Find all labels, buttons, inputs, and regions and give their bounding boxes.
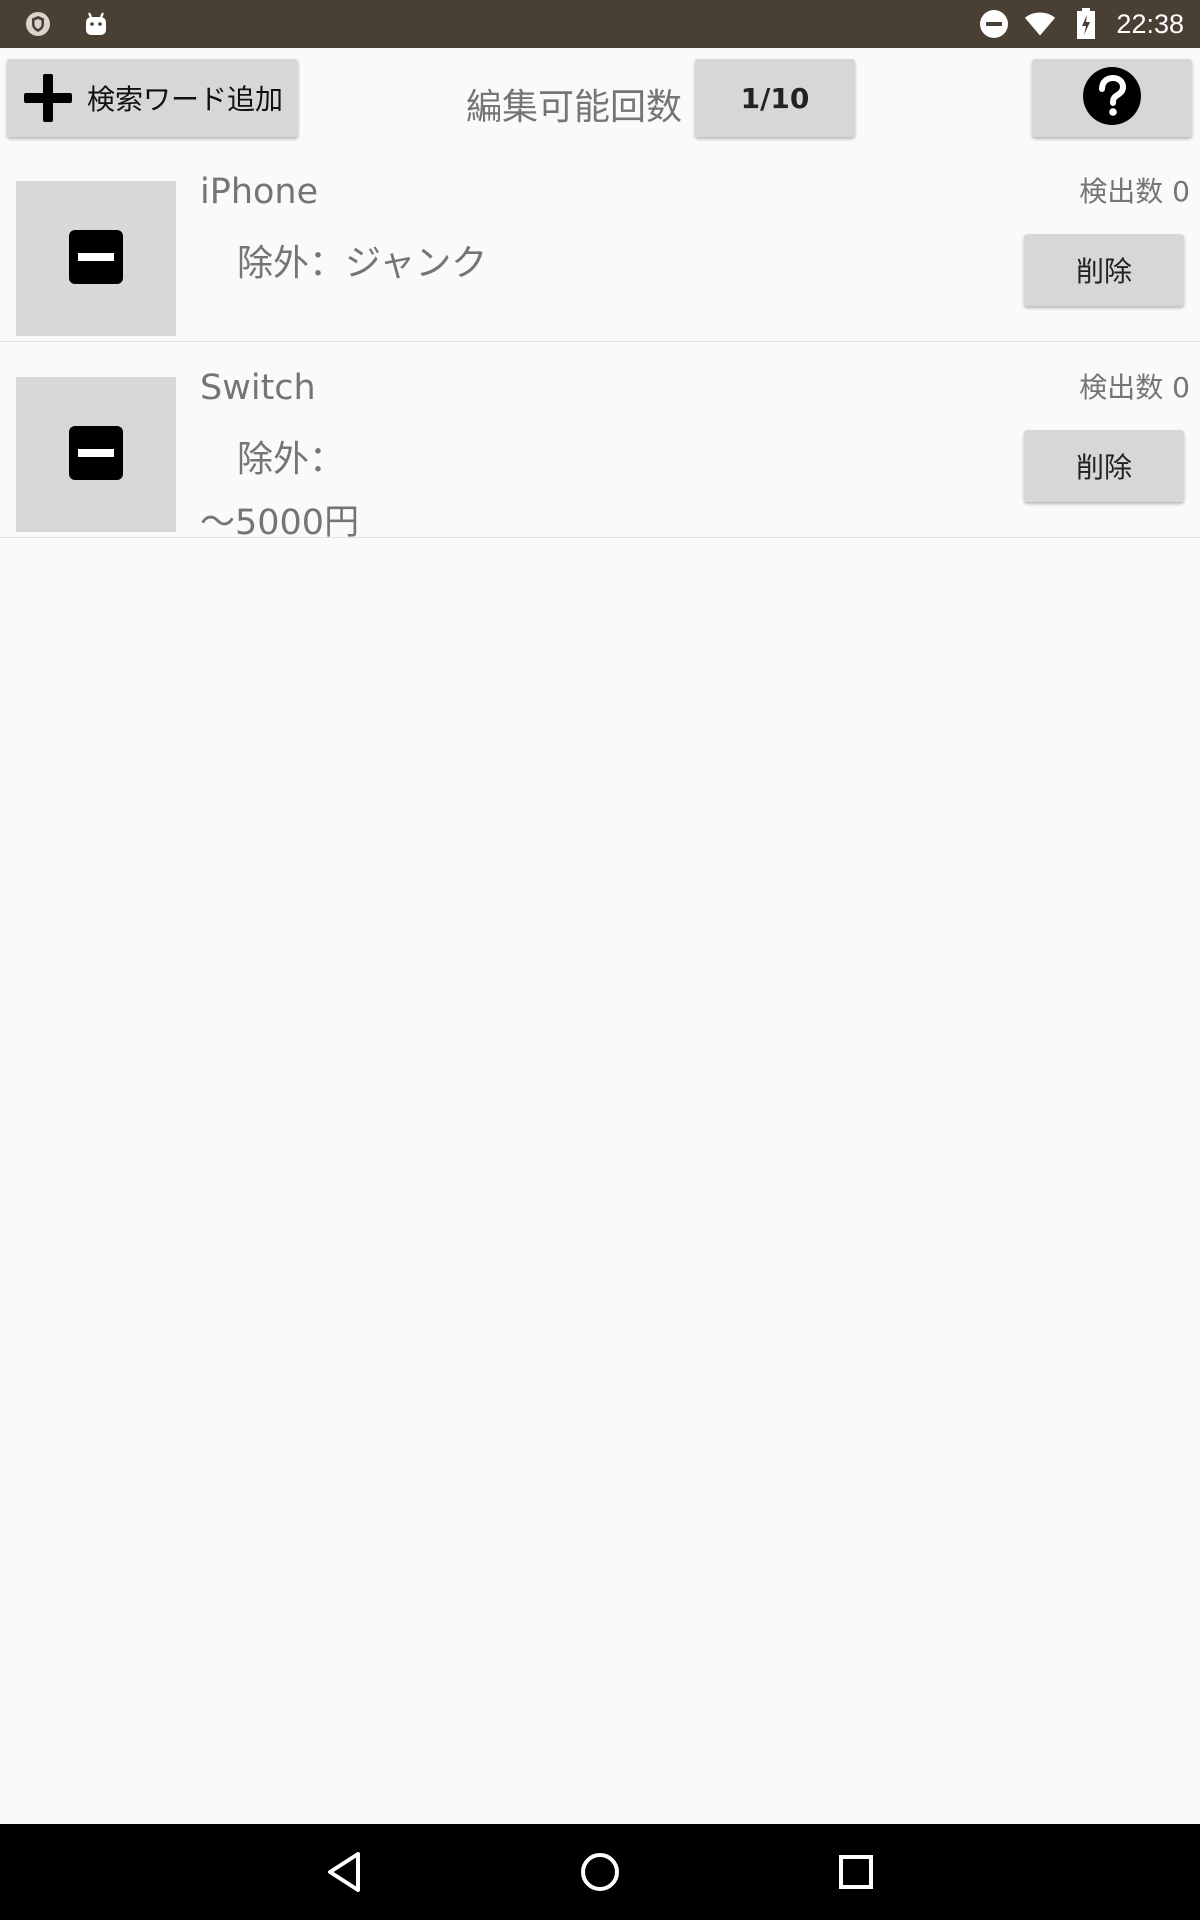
item-exclude: 除外：ジャンク (237, 243, 488, 284)
navigation-bar (0, 1824, 1200, 1920)
shield-icon (22, 8, 54, 40)
toggle-item-button[interactable] (16, 377, 176, 532)
wifi-icon (1024, 8, 1056, 40)
toggle-item-button[interactable] (16, 181, 176, 336)
delete-button[interactable]: 削除 (1024, 234, 1184, 306)
edit-count-button[interactable]: 1/10 (695, 59, 855, 137)
item-title: Switch (200, 368, 316, 408)
minus-box-icon (69, 229, 123, 288)
delete-button[interactable]: 削除 (1024, 430, 1184, 502)
do-not-disturb-icon (978, 8, 1010, 40)
add-search-word-label: 検索ワード追加 (87, 83, 284, 116)
list-item: Switch 除外： 〜5000円 検出数 0 削除 (0, 342, 1200, 543)
back-icon[interactable] (316, 1844, 372, 1900)
status-bar: 22:38 (0, 0, 1200, 48)
toolbar: 検索ワード追加 編集可能回数 1/10 (0, 48, 1200, 146)
item-detect-count: 検出数 0 (1079, 371, 1190, 404)
search-word-list: iPhone 除外：ジャンク 検出数 0 削除 Switch 除外： 〜5000… (0, 146, 1200, 543)
minus-box-icon (69, 425, 123, 484)
edit-count-label: 編集可能回数 (466, 87, 683, 128)
list-item: iPhone 除外：ジャンク 検出数 0 削除 (0, 146, 1200, 342)
plus-icon (21, 71, 75, 125)
item-detect-count: 検出数 0 (1079, 175, 1190, 208)
home-icon[interactable] (572, 1844, 628, 1900)
battery-charging-icon (1070, 8, 1102, 40)
add-search-word-button[interactable]: 検索ワード追加 (7, 59, 298, 137)
status-clock: 22:38 (1116, 8, 1184, 39)
item-price: 〜5000円 (200, 503, 360, 543)
app-root: 22:38 検索ワード追加 編集可能回数 1/10 iPhone 除外：ジャンク… (0, 0, 1200, 1920)
recents-icon[interactable] (828, 1844, 884, 1900)
item-exclude: 除外： (237, 439, 346, 480)
question-circle-icon (1082, 66, 1142, 130)
help-button[interactable] (1032, 59, 1192, 137)
item-title: iPhone (200, 172, 319, 212)
android-icon (80, 8, 112, 40)
